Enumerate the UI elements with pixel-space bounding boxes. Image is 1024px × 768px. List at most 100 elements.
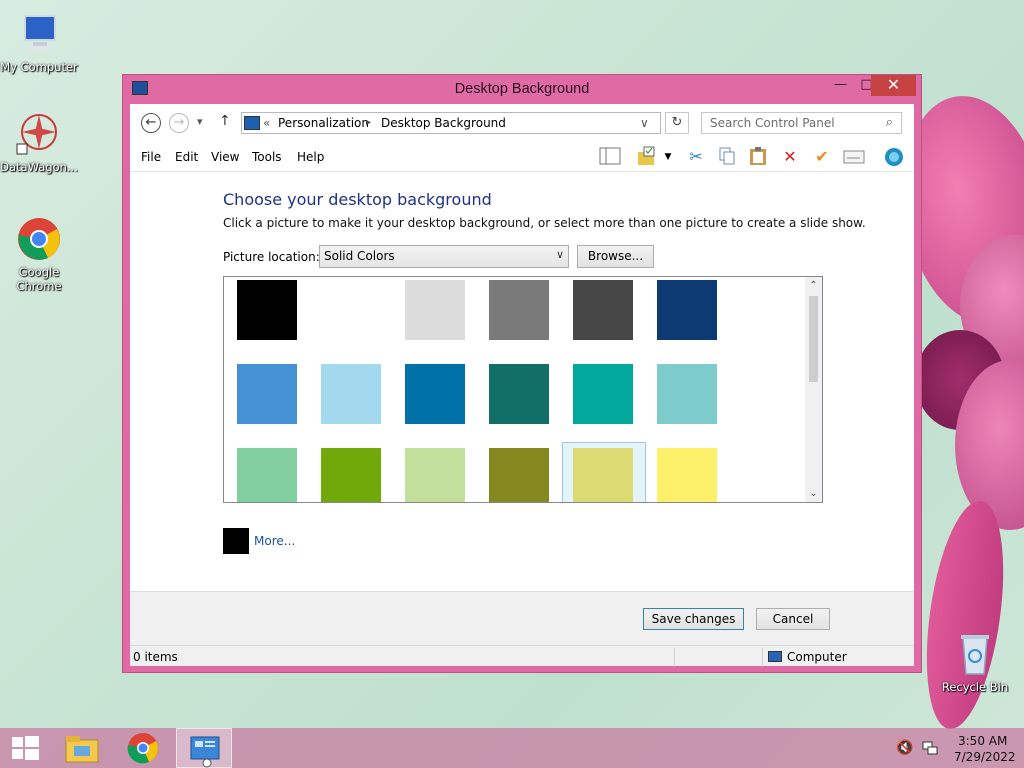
search-icon[interactable]: ⌕ [886, 115, 893, 130]
color-swatch[interactable] [321, 448, 381, 502]
search-input[interactable]: Search Control Panel ⌕ [701, 112, 902, 134]
cut-icon[interactable]: ✂ [684, 146, 708, 168]
color-swatch[interactable] [657, 280, 717, 340]
copy-icon[interactable] [715, 146, 739, 168]
color-gallery: ⌃ ⌄ [223, 276, 823, 503]
recent-locations-dropdown[interactable]: ▾ [197, 115, 203, 128]
scroll-down-icon[interactable]: ⌄ [805, 485, 822, 502]
menu-edit[interactable]: Edit [175, 150, 198, 164]
recycle-bin-icon [951, 630, 999, 678]
overflow-chevron[interactable]: « [263, 116, 270, 130]
layout-icon[interactable] [598, 146, 622, 168]
color-swatch[interactable] [573, 364, 633, 424]
cancel-button[interactable]: Cancel [756, 608, 830, 630]
scrollbar-thumb[interactable] [809, 296, 818, 382]
menu-view[interactable]: View [211, 150, 239, 164]
menu-help[interactable]: Help [297, 150, 324, 164]
item-count: 0 items [133, 650, 178, 664]
control-panel-icon [244, 116, 260, 130]
desktop-icon-label: Google Chrome [16, 265, 62, 293]
desktop-icon-label: Recycle Bin [941, 680, 1009, 694]
close-button[interactable]: ✕ [871, 75, 916, 96]
clock-date[interactable]: 7/29/2022 [954, 750, 1016, 764]
minimize-button[interactable]: — [827, 75, 854, 96]
dialog-footer: Save changes Cancel [130, 591, 914, 645]
chrome-icon[interactable] [115, 728, 171, 768]
desktop-icon-datawagon[interactable]: DataWagon... [0, 110, 78, 174]
window-client: ← → ▾ ↑ « Personalization ▸ Desktop Back… [130, 104, 914, 666]
color-swatch[interactable] [573, 280, 633, 340]
save-changes-button[interactable]: Save changes [643, 608, 744, 630]
shell-icon[interactable] [882, 146, 906, 168]
chevron-down-icon: ∨ [555, 248, 564, 261]
delete-icon[interactable]: ✕ [778, 146, 802, 168]
refresh-button[interactable]: ↻ [665, 112, 689, 134]
desktop-background-window: Desktop Background — □ ✕ ← → ▾ ↑ « Perso… [122, 74, 922, 673]
color-swatch[interactable] [237, 448, 297, 502]
volume-muted-icon[interactable]: 🔇 [896, 740, 913, 756]
computer-icon [768, 651, 782, 662]
current-color-swatch[interactable] [223, 528, 249, 554]
desktop-icon-label: DataWagon... [0, 160, 78, 174]
forward-button[interactable]: → [169, 113, 189, 133]
color-swatch[interactable] [405, 364, 465, 424]
color-swatch[interactable] [405, 280, 465, 340]
status-location: Computer [787, 650, 847, 664]
address-bar[interactable]: « Personalization ▸ Desktop Background ∨ [241, 112, 661, 134]
color-swatch[interactable] [405, 448, 465, 502]
file-explorer-icon[interactable] [54, 728, 110, 768]
vertical-scrollbar[interactable]: ⌃ ⌄ [805, 277, 822, 502]
scroll-up-icon[interactable]: ⌃ [805, 277, 822, 294]
menu-bar: File Edit View Tools Help ▼ ✂ ✕ ✔ [130, 142, 914, 172]
up-button[interactable]: ↑ [219, 113, 231, 129]
clock-time[interactable]: 3:50 AM [958, 734, 1007, 748]
page-description: Click a picture to make it your desktop … [223, 216, 866, 230]
address-dropdown-icon[interactable]: ∨ [640, 116, 649, 130]
desktop-icon-chrome[interactable]: Google Chrome [0, 215, 78, 293]
breadcrumb-desktop-background[interactable]: Desktop Background [381, 116, 506, 130]
color-swatch[interactable] [489, 280, 549, 340]
datawagon-icon [15, 110, 63, 158]
page-title: Choose your desktop background [223, 190, 492, 209]
control-panel-icon[interactable] [176, 728, 232, 768]
color-swatch[interactable] [321, 364, 381, 424]
picture-location-value: Solid Colors [324, 249, 395, 263]
color-swatch[interactable] [657, 364, 717, 424]
color-swatch[interactable] [321, 280, 381, 340]
paste-icon[interactable] [746, 146, 770, 168]
color-swatch[interactable] [573, 448, 633, 502]
status-bar: 0 items Computer [130, 645, 914, 666]
breadcrumb-separator[interactable]: ▸ [366, 117, 371, 128]
properties-icon[interactable] [842, 146, 866, 168]
back-button[interactable]: ← [141, 113, 161, 133]
chrome-icon [15, 215, 63, 263]
browse-button[interactable]: Browse... [577, 245, 654, 268]
breadcrumb-personalization[interactable]: Personalization [278, 116, 369, 130]
color-swatch[interactable] [489, 364, 549, 424]
color-swatch[interactable] [657, 448, 717, 502]
more-colors-link[interactable]: More... [254, 534, 295, 548]
menu-tools[interactable]: Tools [252, 150, 282, 164]
desktop-icon-recycle-bin[interactable]: Recycle Bin [936, 630, 1014, 694]
dropdown-icon[interactable]: ▼ [661, 146, 675, 168]
start-button[interactable] [0, 728, 56, 768]
color-swatch[interactable] [237, 364, 297, 424]
navigation-bar: ← → ▾ ↑ « Personalization ▸ Desktop Back… [130, 104, 914, 142]
desktop-icon-label: My Computer [0, 60, 78, 74]
status-divider [762, 648, 763, 665]
color-swatch[interactable] [237, 280, 297, 340]
picture-location-select[interactable]: Solid Colors ∨ [319, 245, 569, 268]
title-bar[interactable]: Desktop Background — □ ✕ [123, 75, 921, 104]
taskbar: 🔇 3:50 AM 7/29/2022 [0, 728, 1024, 768]
color-swatch[interactable] [489, 448, 549, 502]
desktop-icon-my-computer[interactable]: My Computer [0, 10, 78, 74]
folder-check-icon[interactable] [635, 146, 659, 168]
computer-icon [15, 10, 63, 58]
menu-file[interactable]: File [141, 150, 161, 164]
network-icon[interactable] [922, 740, 938, 759]
picture-location-label: Picture location: [223, 250, 320, 264]
checkmark-icon[interactable]: ✔ [810, 146, 834, 168]
window-title: Desktop Background [454, 81, 590, 97]
search-placeholder: Search Control Panel [710, 116, 835, 130]
status-divider [674, 648, 675, 665]
